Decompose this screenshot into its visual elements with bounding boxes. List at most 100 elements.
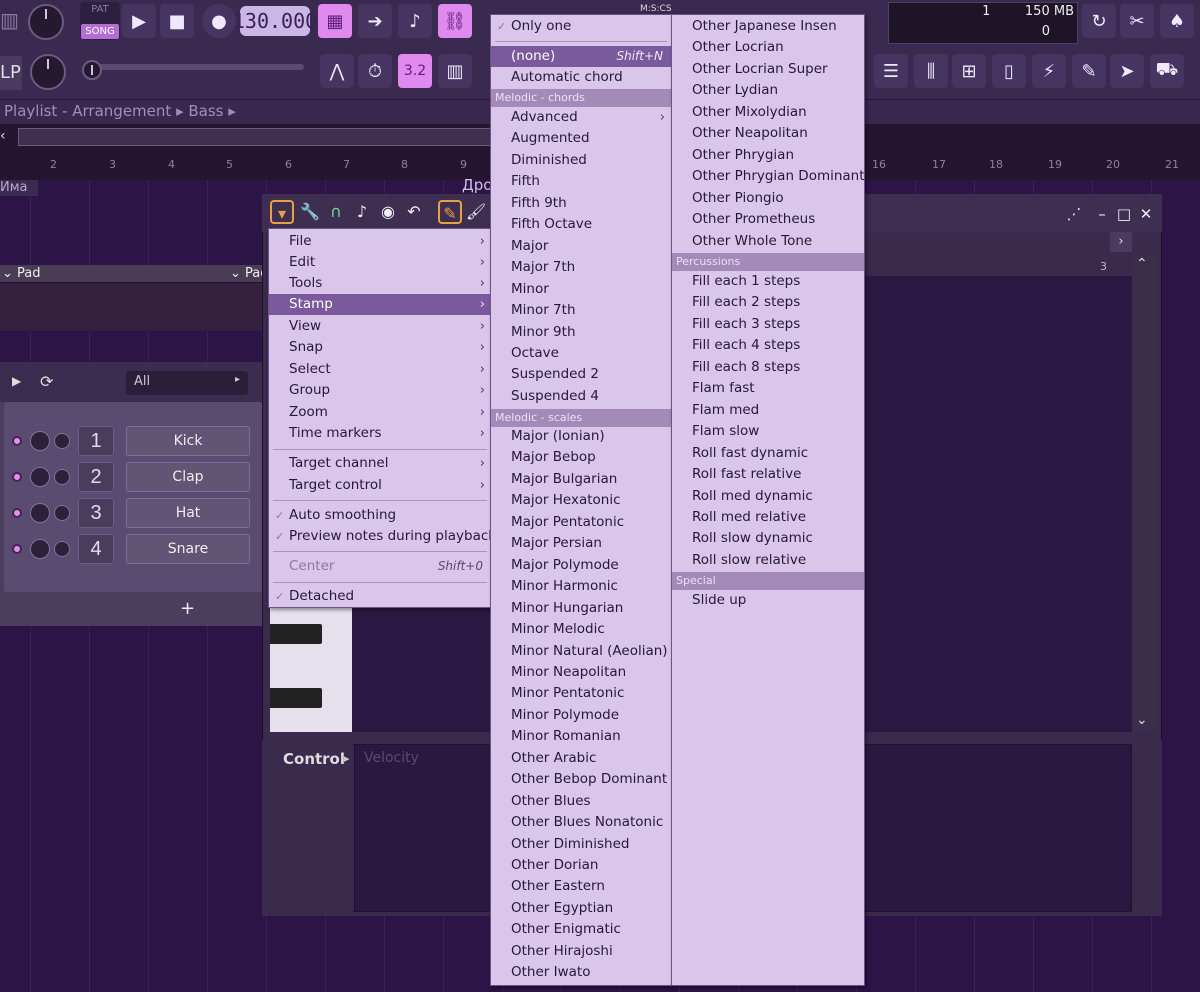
stamp-scale-item[interactable]: Other Piongio bbox=[672, 188, 864, 209]
stamp-scale-item[interactable]: Other Locrian Super bbox=[672, 59, 864, 80]
stamp-percussion-item[interactable]: Fill each 3 steps bbox=[672, 314, 864, 335]
mixer-icon[interactable]: ⫼ bbox=[914, 54, 948, 88]
stamp-scale-item[interactable]: Other Prometheus bbox=[672, 209, 864, 230]
stamp-chord-item[interactable]: Augmented bbox=[491, 128, 671, 149]
link-icon[interactable]: ⛓ bbox=[438, 4, 472, 38]
stamp-chord-item[interactable]: Advanced › bbox=[491, 107, 671, 128]
master-pitch-slider[interactable] bbox=[84, 64, 304, 70]
stop-icon[interactable]: ■ bbox=[160, 4, 194, 38]
magnet-icon[interactable]: ∩ bbox=[324, 200, 348, 224]
stamp-percussion-item[interactable]: Fill each 1 steps bbox=[672, 271, 864, 292]
undo-icon[interactable]: ↶ bbox=[402, 200, 426, 224]
cut-icon[interactable]: ✂ bbox=[1120, 4, 1154, 38]
menu-item-view[interactable]: View › bbox=[269, 316, 491, 337]
stamp-scale-item[interactable]: Major Bebop bbox=[491, 447, 671, 468]
stamp-scale-item[interactable]: Other Phrygian Dominant bbox=[672, 166, 865, 187]
snap-value[interactable]: 3.2 bbox=[398, 54, 432, 88]
black-key[interactable] bbox=[270, 624, 322, 644]
help-icon[interactable]: ✎ bbox=[1072, 54, 1106, 88]
scroll-left-icon[interactable]: ‹ bbox=[0, 128, 16, 144]
menu-item-snap[interactable]: Snap › bbox=[269, 337, 491, 358]
rack-expand-icon[interactable]: ▶ bbox=[12, 374, 21, 388]
stamp-scale-item[interactable]: Other Eastern bbox=[491, 876, 671, 897]
volume-knob[interactable] bbox=[54, 505, 70, 521]
menu-item-zoom[interactable]: Zoom › bbox=[269, 402, 491, 423]
menu-item-group[interactable]: Group › bbox=[269, 380, 491, 401]
pan-knob[interactable] bbox=[30, 467, 50, 487]
stamp-none[interactable]: (none) Shift+N bbox=[491, 46, 671, 67]
song-label[interactable]: SONG bbox=[81, 24, 119, 39]
menu-dropdown-icon[interactable]: ▾ bbox=[270, 200, 294, 224]
stamp-percussion-item[interactable]: Roll fast dynamic bbox=[672, 443, 864, 464]
stamp-scale-item[interactable]: Major Hexatonic bbox=[491, 490, 671, 511]
mixer-track-number[interactable]: 1 bbox=[78, 426, 114, 456]
swing-icon[interactable]: ⟳ bbox=[40, 372, 53, 391]
stamp-chord-item[interactable]: Fifth Octave bbox=[491, 214, 671, 235]
mixer-track-number[interactable]: 3 bbox=[78, 498, 114, 528]
channel-button-clap[interactable]: Clap bbox=[126, 462, 250, 492]
microphone-icon[interactable]: ♠ bbox=[1160, 4, 1194, 38]
menu-item-auto-smoothing[interactable]: ✓ Auto smoothing bbox=[269, 505, 491, 526]
scroll-down-icon[interactable]: ⌄ bbox=[1136, 712, 1148, 728]
stamp-scale-item[interactable]: Major Persian bbox=[491, 533, 671, 554]
snap-icon[interactable]: ⋀ bbox=[320, 54, 354, 88]
control-target[interactable]: Velocity bbox=[364, 750, 419, 766]
stamp-chord-item[interactable]: Major bbox=[491, 236, 671, 257]
menu-item-time-markers[interactable]: Time markers › bbox=[269, 423, 491, 444]
stamp-scale-item[interactable]: Minor Polymode bbox=[491, 705, 671, 726]
stamp-scale-item[interactable]: Other Whole Tone bbox=[672, 231, 864, 252]
mute-led[interactable] bbox=[12, 508, 22, 518]
volume-knob[interactable] bbox=[54, 541, 70, 557]
mute-led[interactable] bbox=[12, 544, 22, 554]
stamp-special-item[interactable]: Slide up bbox=[672, 590, 864, 611]
stamp-scale-item[interactable]: Major (Ionian) bbox=[491, 426, 671, 447]
pencil-icon[interactable]: ✎ bbox=[438, 200, 462, 224]
stamp-scale-item[interactable]: Other Neapolitan bbox=[672, 123, 864, 144]
stamp-percussion-item[interactable]: Fill each 2 steps bbox=[672, 292, 864, 313]
stamp-scale-item[interactable]: Other Blues bbox=[491, 791, 671, 812]
breadcrumb-bass[interactable]: Bass bbox=[188, 102, 223, 120]
menu-item-target-control[interactable]: Target control › bbox=[269, 475, 491, 496]
master-volume-knob[interactable] bbox=[28, 4, 64, 40]
scroll-right-icon[interactable]: › bbox=[1110, 232, 1132, 252]
scroll-up-icon[interactable]: ⌃ bbox=[1136, 256, 1148, 272]
stamp-scale-item[interactable]: Minor Romanian bbox=[491, 726, 671, 747]
stamp-chord-item[interactable]: Suspended 2 bbox=[491, 364, 671, 385]
pan-knob[interactable] bbox=[30, 503, 50, 523]
add-channel-button[interactable]: + bbox=[180, 598, 200, 619]
stamp-chord-item[interactable]: Fifth 9th bbox=[491, 193, 671, 214]
stamp-scale-item[interactable]: Other Diminished bbox=[491, 834, 671, 855]
vertical-scrollbar[interactable] bbox=[1134, 256, 1158, 732]
channel-button-kick[interactable]: Kick bbox=[126, 426, 250, 456]
pitch-knob[interactable] bbox=[30, 54, 66, 90]
stamp-scale-item[interactable]: Major Pentatonic bbox=[491, 512, 671, 533]
channel-filter[interactable]: All ▸ bbox=[126, 371, 248, 395]
stamp-scale-item[interactable]: Other Arabic bbox=[491, 748, 671, 769]
clock-icon[interactable]: ⏱ bbox=[358, 54, 392, 88]
stamp-scale-item[interactable]: Other Phrygian bbox=[672, 145, 864, 166]
stamp-scale-item[interactable]: Minor Hungarian bbox=[491, 598, 671, 619]
maximize-icon[interactable]: □ bbox=[1114, 204, 1134, 224]
stamp-percussion-item[interactable]: Roll med dynamic bbox=[672, 486, 864, 507]
stamp-percussion-item[interactable]: Roll fast relative bbox=[672, 464, 864, 485]
channel-rack-icon[interactable]: ⊞ bbox=[952, 54, 986, 88]
menu-icon[interactable]: ▥ bbox=[0, 8, 22, 38]
stamp-percussion-item[interactable]: Roll med relative bbox=[672, 507, 864, 528]
volume-knob[interactable] bbox=[54, 433, 70, 449]
volume-knob[interactable] bbox=[54, 469, 70, 485]
pan-knob[interactable] bbox=[30, 539, 50, 559]
stamp-scale-item[interactable]: Other Enigmatic bbox=[491, 919, 671, 940]
stamp-scale-item[interactable]: Minor Melodic bbox=[491, 619, 671, 640]
playlist-icon[interactable]: ☰ bbox=[874, 54, 908, 88]
stamp-percussion-item[interactable]: Flam med bbox=[672, 400, 864, 421]
wrench-icon[interactable]: 🔧 bbox=[298, 200, 322, 224]
channel-button-snare[interactable]: Snare bbox=[126, 534, 250, 564]
stamp-scale-item[interactable]: Other Iwato bbox=[491, 962, 671, 983]
stamp-scale-item[interactable]: Other Locrian bbox=[672, 37, 864, 58]
menu-item-detached[interactable]: ✓ Detached bbox=[269, 586, 491, 607]
step-edit-icon[interactable]: ➔ bbox=[358, 4, 392, 38]
mixer-track-number[interactable]: 2 bbox=[78, 462, 114, 492]
stamp-only-one[interactable]: ✓ Only one bbox=[491, 16, 671, 37]
stamp-chord-item[interactable]: Fifth bbox=[491, 171, 671, 192]
control-arrow-icon[interactable]: ▸ bbox=[344, 752, 350, 765]
